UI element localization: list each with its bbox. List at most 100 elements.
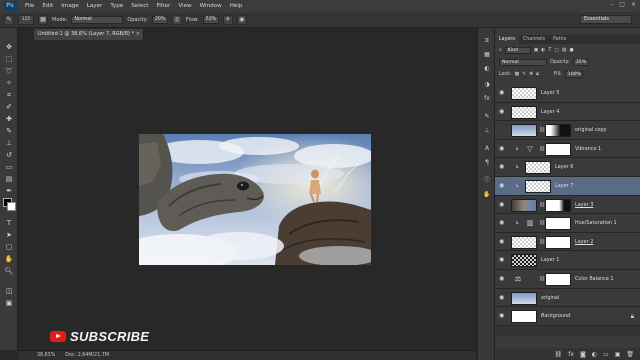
tab-paths[interactable]: Paths: [549, 35, 570, 44]
visibility-eye-icon[interactable]: ◉: [499, 108, 506, 115]
quick-mask-icon[interactable]: ◫: [3, 286, 15, 297]
filter-toggle-icon[interactable]: ●: [569, 48, 573, 53]
layer-mask-thumbnail[interactable]: [545, 124, 571, 138]
clone-source-panel-icon[interactable]: ⊥: [482, 126, 492, 136]
screen-mode-icon[interactable]: ▣: [3, 298, 15, 309]
healing-tool-icon[interactable]: ✚: [3, 114, 15, 125]
menu-view[interactable]: View: [174, 0, 195, 12]
layer-row[interactable]: ◉ original: [495, 288, 640, 308]
filter-smart-icon[interactable]: ▤: [562, 48, 567, 53]
airbrush-icon[interactable]: ✈: [222, 14, 233, 25]
opacity-input[interactable]: 20%: [151, 15, 168, 24]
artwork-image[interactable]: [139, 134, 371, 265]
new-layer-icon[interactable]: ▣: [615, 351, 621, 358]
tab-layers[interactable]: Layers: [495, 35, 519, 44]
mode-select[interactable]: Normal: [71, 15, 124, 24]
subscribe-overlay[interactable]: SUBSCRIBE: [50, 329, 149, 344]
crop-tool-icon[interactable]: ⌗: [3, 90, 15, 101]
type-tool-icon[interactable]: T: [3, 218, 15, 229]
shape-tool-icon[interactable]: ▢: [3, 242, 15, 253]
menu-layer[interactable]: Layer: [83, 0, 107, 12]
visibility-eye-icon[interactable]: ◉: [499, 257, 506, 263]
menu-type[interactable]: Type: [106, 0, 127, 12]
tab-channels[interactable]: Channels: [519, 35, 549, 44]
lock-icon[interactable]: 🔒︎: [631, 313, 634, 321]
blend-mode-select[interactable]: Normal: [499, 58, 547, 66]
new-group-icon[interactable]: ▭: [603, 351, 609, 358]
layer-row[interactable]: ◉ ⛓ original copy: [495, 121, 640, 140]
eraser-tool-icon[interactable]: ▭: [3, 162, 15, 173]
layer-mask-thumbnail[interactable]: [545, 198, 571, 212]
menu-select[interactable]: Select: [127, 0, 152, 12]
adjustments-panel-icon[interactable]: ◑: [482, 80, 492, 90]
filter-type-icon[interactable]: T: [548, 48, 551, 53]
link-layers-icon[interactable]: ⛓: [555, 351, 563, 358]
hand-tool-icon[interactable]: ✋: [3, 254, 15, 265]
brush-tool-icon[interactable]: ✎: [4, 14, 14, 25]
path-select-tool-icon[interactable]: ➤: [3, 230, 15, 241]
marquee-tool-icon[interactable]: ⬚: [3, 54, 15, 65]
stamp-tool-icon[interactable]: ⊥: [3, 138, 15, 149]
layer-row[interactable]: ◉ ⛓ Layer 2: [495, 232, 640, 252]
menu-window[interactable]: Window: [196, 0, 226, 12]
gradient-tool-icon[interactable]: ▤: [3, 174, 15, 185]
filter-adjustment-icon[interactable]: ◐: [541, 48, 545, 53]
layer-mask-thumbnail[interactable]: [545, 273, 571, 286]
close-tab-icon[interactable]: ×: [136, 29, 140, 40]
flow-input[interactable]: 53%: [202, 15, 219, 24]
properties-panel-icon[interactable]: ✋: [482, 190, 492, 200]
brush-panel-icon[interactable]: ▦: [38, 14, 48, 25]
filter-pixel-icon[interactable]: ▣: [534, 48, 539, 53]
visibility-eye-icon[interactable]: ◉: [499, 164, 506, 170]
layer-row[interactable]: ◉ ↳ ▽ ⛓ Vibrance 1: [495, 139, 640, 159]
layer-row[interactable]: ◉ ↳ Layer 6: [495, 158, 640, 177]
lasso-tool-icon[interactable]: ➰: [3, 66, 15, 77]
pen-tool-icon[interactable]: ✒: [3, 186, 15, 197]
layer-row[interactable]: ◉ Layer 1: [495, 251, 640, 270]
history-panel-icon[interactable]: ⧖: [482, 36, 492, 46]
info-panel-icon[interactable]: ⓘ: [482, 176, 492, 186]
new-adjustment-icon[interactable]: ◐: [592, 351, 597, 358]
layer-row[interactable]: ◉ ↳ ▥ ⛓ Hue/Saturation 1: [495, 214, 640, 233]
delete-layer-icon[interactable]: 🗑︎: [626, 351, 634, 358]
document-info[interactable]: Doc: 2,64M/21,7M: [65, 353, 109, 358]
visibility-eye-icon[interactable]: ◉: [499, 145, 506, 152]
layer-row-selected[interactable]: ◉ ↳ Layer 7: [495, 177, 640, 196]
layer-mask-thumbnail[interactable]: [545, 235, 571, 249]
background-color-swatch[interactable]: [7, 202, 16, 211]
layer-row[interactable]: ◉ Layer 5: [495, 84, 640, 103]
menu-edit[interactable]: Edit: [38, 0, 57, 12]
layer-opacity-input[interactable]: 35%: [572, 58, 589, 66]
filter-shape-icon[interactable]: ▢: [554, 48, 559, 53]
color-panel-icon[interactable]: ◐: [482, 64, 492, 74]
zoom-tool-icon[interactable]: 🔍︎: [3, 266, 15, 277]
document-tab[interactable]: Untitled-1 @ 38,6% (Layer 7, RGB/8) * ×: [34, 29, 144, 40]
visibility-eye-icon[interactable]: ◉: [499, 90, 506, 96]
menu-filter[interactable]: Filter: [152, 0, 174, 12]
visibility-eye-icon[interactable]: ◉: [499, 294, 506, 301]
visibility-toggle-hidden[interactable]: ◉: [499, 127, 506, 133]
lock-position-icon[interactable]: ✥: [529, 72, 533, 77]
lock-transparency-icon[interactable]: ▦: [515, 72, 520, 77]
lock-all-icon[interactable]: 🔒︎: [536, 71, 539, 77]
quick-select-tool-icon[interactable]: ✧: [3, 78, 15, 89]
pressure-opacity-icon[interactable]: ◎: [171, 14, 182, 25]
styles-panel-icon[interactable]: fx: [482, 94, 492, 104]
character-panel-icon[interactable]: A: [482, 144, 492, 154]
minimize-icon[interactable]: –: [610, 1, 613, 8]
brush-panel-icon[interactable]: ✎: [482, 112, 492, 122]
eyedropper-tool-icon[interactable]: ✐: [3, 102, 15, 113]
workspace-select[interactable]: Essentials: [580, 15, 632, 24]
maximize-icon[interactable]: □: [619, 1, 625, 8]
close-icon[interactable]: ✕: [631, 1, 636, 8]
visibility-eye-icon[interactable]: ◉: [499, 220, 506, 226]
layer-row[interactable]: ◉ ⛓ Layer 3: [495, 195, 640, 215]
visibility-eye-icon[interactable]: ◉: [499, 276, 506, 282]
visibility-eye-icon[interactable]: ◉: [499, 313, 506, 319]
pressure-size-icon[interactable]: ◉: [236, 14, 247, 25]
filter-kind-select[interactable]: Kind: [504, 46, 531, 54]
visibility-eye-icon[interactable]: ◉: [499, 201, 506, 208]
layer-style-icon[interactable]: fx: [568, 351, 574, 358]
swatches-panel-icon[interactable]: ▦: [482, 50, 492, 60]
layer-row[interactable]: ◉ Layer 4: [495, 102, 640, 122]
